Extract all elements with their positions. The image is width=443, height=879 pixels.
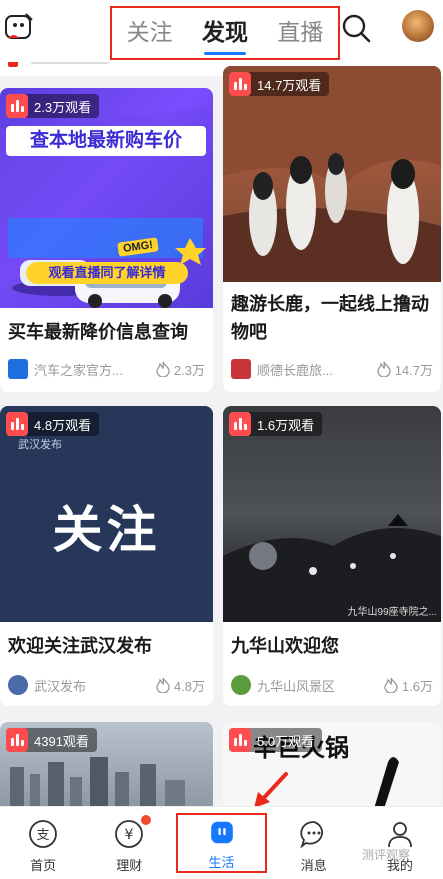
tab-label: 理财 (116, 858, 143, 873)
search-icon[interactable] (340, 12, 372, 44)
card-title: 买车最新降价信息查询 (8, 322, 188, 342)
view-count-badge: 14.7万观看 (229, 72, 330, 96)
source-name[interactable]: 顺德长鹿旅... (257, 360, 371, 379)
mountain-night-graphic (223, 514, 441, 622)
source-logo-icon (8, 359, 28, 379)
card-title: 欢迎关注武汉发布 (8, 636, 152, 656)
feed-tabs: 关注 发现 直播 (110, 6, 340, 60)
tab-messages[interactable]: 消息 (271, 807, 357, 879)
app-logo-icon[interactable] (4, 12, 34, 42)
view-count-badge: 2.3万观看 (6, 94, 100, 118)
card-footer: 武汉发布 4.8万 (8, 674, 205, 696)
live-card[interactable]: 武汉发布 关注 4.8万观看 欢迎关注武汉发布 武汉发布 4.8万 (0, 406, 213, 706)
tab-label: 消息 (300, 858, 327, 873)
stats-icon (6, 728, 28, 752)
live-card[interactable]: 查本地最新购车价 OMG! 观看直播同了解详情 观看直播同了解详情 2.3万观看… (0, 88, 213, 392)
live-card[interactable]: 4391观看 (0, 722, 213, 812)
banner-title: 查本地最新购车价 (6, 126, 206, 156)
like-value: 4.8万 (173, 678, 205, 694)
view-count-badge: 4.8万观看 (6, 412, 100, 436)
stats-icon (229, 72, 251, 96)
view-count: 4.8万观看 (34, 417, 92, 433)
stats-icon (6, 412, 28, 436)
card-title: 九华山欢迎您 (231, 636, 339, 656)
card-thumbnail: 九华山99座寺院之... (223, 406, 441, 622)
view-count-badge: 4391观看 (6, 728, 97, 752)
source-logo-icon (8, 675, 28, 695)
stats-icon (6, 94, 28, 118)
tab-home[interactable]: 支 首页 (0, 807, 86, 879)
card-footer: 顺德长鹿旅... 14.7万 (231, 358, 433, 380)
tab-label: 生活 (208, 855, 235, 870)
like-value: 1.6万 (401, 678, 433, 694)
view-count-badge: 1.6万观看 (229, 412, 323, 436)
message-icon (299, 821, 323, 849)
penguins-graphic (223, 66, 441, 282)
thumb-logo-text: 武汉发布 (18, 439, 62, 451)
tab-life[interactable]: 生活 (176, 813, 267, 873)
card-title: 趣游长鹿，一起线上撸动物吧 (231, 294, 429, 342)
view-count: 14.7万观看 (257, 77, 322, 93)
stats-icon (229, 412, 251, 436)
view-count: 1.6万观看 (257, 417, 315, 433)
like-count[interactable]: 2.3万 (156, 360, 205, 379)
svg-text:支: 支 (37, 828, 50, 843)
annotation-arrow-icon (254, 772, 288, 808)
tab-wealth[interactable]: ¥ 理财 (86, 807, 172, 879)
view-count: 5.0万观看 (257, 733, 315, 749)
view-count: 4391观看 (34, 733, 89, 749)
svg-text:¥: ¥ (125, 827, 134, 843)
banner-cta-pill: 观看直播同了解详情 (26, 262, 188, 284)
card-footer: 九华山风景区 1.6万 (231, 674, 433, 696)
tab-label: 首页 (30, 858, 57, 873)
thumb-follow-text: 关注 (52, 502, 161, 558)
like-count[interactable]: 1.6万 (384, 676, 433, 695)
live-card[interactable]: 14.7万观看 趣游长鹿，一起线上撸动物吧 顺德长鹿旅... 14.7万 (223, 66, 441, 392)
tab-discover[interactable]: 发现 (202, 13, 248, 55)
like-count[interactable]: 4.8万 (156, 676, 205, 695)
bottom-tab-bar: 支 首页 ¥ 理财 生活 消息 我的 (0, 806, 443, 879)
notification-badge (141, 815, 152, 825)
watermark: 测评观察 (362, 848, 411, 862)
view-count-badge: 5.0万观看 (229, 728, 323, 752)
home-icon: 支 (29, 820, 57, 848)
view-count: 2.3万观看 (34, 99, 92, 115)
source-logo-icon (231, 359, 251, 379)
source-name[interactable]: 汽车之家官方... (34, 360, 150, 379)
profile-icon (388, 822, 412, 848)
stats-icon (229, 728, 251, 752)
card-thumbnail (223, 66, 441, 282)
top-header: 关注 发现 直播 (0, 0, 443, 62)
live-card[interactable]: 九华山99座寺院之... 1.6万观看 九华山欢迎您 九华山风景区 1.6万 (223, 406, 441, 706)
yuan-icon: ¥ (115, 820, 144, 848)
tab-profile[interactable]: 我的 (357, 807, 443, 879)
tab-live[interactable]: 直播 (277, 13, 323, 53)
flame-icon (377, 361, 391, 377)
flame-icon (156, 361, 170, 377)
tab-follow[interactable]: 关注 (127, 13, 173, 53)
like-count[interactable]: 14.7万 (377, 360, 433, 379)
like-value: 14.7万 (394, 362, 433, 378)
source-name[interactable]: 九华山风景区 (257, 676, 378, 695)
thumb-caption: 九华山99座寺院之... (347, 607, 437, 618)
flame-icon (384, 677, 398, 693)
card-footer: 汽车之家官方... 2.3万 (8, 358, 205, 380)
source-name[interactable]: 武汉发布 (34, 676, 150, 695)
life-icon (210, 821, 233, 844)
card-thumbnail: 武汉发布 关注 (0, 406, 213, 622)
like-value: 2.3万 (173, 362, 205, 378)
flame-icon (156, 677, 170, 693)
source-logo-icon (231, 675, 251, 695)
avatar[interactable] (402, 10, 434, 42)
